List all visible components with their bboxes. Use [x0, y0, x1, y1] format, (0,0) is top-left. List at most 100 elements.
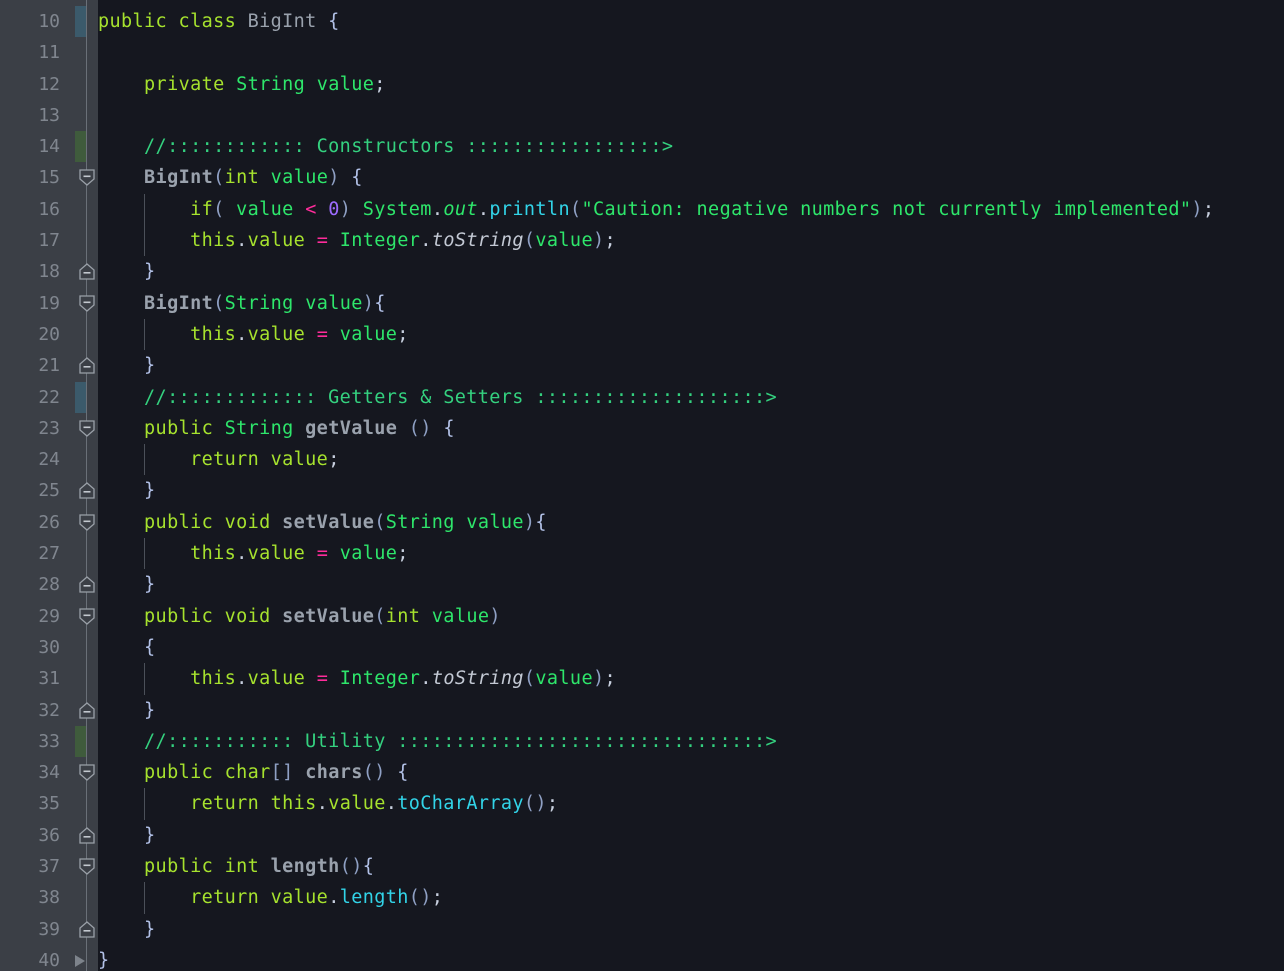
code-text[interactable]: return value; [98, 444, 340, 475]
code-line[interactable]: 28 } [0, 569, 1284, 600]
change-marker-added[interactable] [75, 725, 86, 758]
code-line[interactable]: 27 this.value = value; [0, 538, 1284, 570]
code-text[interactable]: } [98, 569, 156, 600]
code-text[interactable]: } [98, 475, 156, 506]
code-token: getValue [305, 417, 398, 439]
code-text[interactable]: this.value = Integer.toString(value); [98, 225, 616, 256]
code-line[interactable]: 11 [0, 37, 1284, 68]
code-line[interactable]: 12 private String value; [0, 69, 1284, 100]
fold-collapse-icon[interactable] [79, 607, 95, 625]
fold-collapse-icon[interactable] [79, 169, 95, 187]
code-text[interactable]: return this.value.toCharArray(); [98, 788, 558, 819]
code-text[interactable]: public String getValue () { [98, 413, 455, 444]
code-line[interactable]: 14 //:::::::::::: Constructors :::::::::… [0, 131, 1284, 163]
code-text[interactable]: public class BigInt { [98, 6, 340, 37]
code-line[interactable]: 17 this.value = Integer.toString(value); [0, 225, 1284, 257]
code-text[interactable]: } [98, 945, 110, 971]
code-line[interactable]: 32 } [0, 695, 1284, 726]
fold-end-icon[interactable] [79, 576, 95, 593]
code-text[interactable]: } [98, 820, 156, 851]
code-line[interactable]: 25 } [0, 475, 1284, 506]
code-text[interactable]: { [98, 632, 156, 663]
code-text[interactable]: this.value = value; [98, 538, 409, 569]
line-number: 25 [38, 480, 60, 502]
line-number: 11 [38, 42, 60, 64]
code-text[interactable]: this.value = Integer.toString(value); [98, 663, 616, 694]
code-line[interactable]: 30 { [0, 632, 1284, 663]
code-token: value [224, 198, 306, 220]
code-line[interactable]: 24 return value; [0, 444, 1284, 476]
code-text[interactable]: } [98, 695, 156, 726]
code-text[interactable]: //::::::::::::: Getters & Setters ::::::… [98, 382, 777, 413]
fold-end-icon[interactable] [79, 701, 95, 719]
code-line[interactable]: 39 } [0, 914, 1284, 945]
fold-end-icon[interactable] [79, 482, 95, 500]
code-token: public char [144, 762, 271, 784]
code-text[interactable]: BigInt(int value) { [98, 162, 363, 193]
code-token: Integer [339, 668, 421, 690]
code-text[interactable]: if( value < 0) System.out.println("Cauti… [98, 194, 1214, 225]
code-text[interactable]: //::::::::::: Utility ::::::::::::::::::… [98, 726, 777, 757]
code-token: ) [592, 230, 605, 252]
line-number: 37 [38, 856, 60, 878]
code-line[interactable]: 23 public String getValue () { [0, 413, 1284, 444]
code-text[interactable]: return value.length(); [98, 882, 443, 913]
fold-end-icon[interactable] [79, 826, 95, 844]
code-token: { [144, 636, 156, 658]
code-text[interactable]: } [98, 914, 156, 945]
code-text[interactable]: } [98, 256, 156, 287]
code-line[interactable]: 20 this.value = value; [0, 318, 1284, 351]
code-line[interactable]: 33 //::::::::::: Utility :::::::::::::::… [0, 725, 1284, 758]
code-text[interactable]: this.value = value; [98, 319, 409, 350]
code-line[interactable]: 19 BigInt(String value){ [0, 288, 1284, 319]
code-line[interactable]: 10 public class BigInt { [0, 6, 1284, 38]
code-line[interactable]: 38 return value.length(); [0, 882, 1284, 914]
line-number: 14 [38, 136, 60, 158]
code-line[interactable]: 21 } [0, 350, 1284, 381]
code-editor-pane[interactable]: 10 public class BigInt { 11 12 private Stri… [0, 0, 1284, 971]
code-token: ; [604, 230, 616, 252]
code-line[interactable]: 26 public void setValue(String value){ [0, 507, 1284, 538]
code-line[interactable]: 18 } [0, 256, 1284, 287]
code-line[interactable]: 16 if( value < 0) System.out.println("Ca… [0, 193, 1284, 226]
code-line[interactable]: 34 public char[] chars() { [0, 757, 1284, 788]
fold-collapse-icon[interactable] [79, 858, 95, 875]
fold-collapse-icon[interactable] [79, 764, 95, 781]
code-text[interactable]: public int length(){ [98, 851, 374, 882]
code-line[interactable]: 31 this.value = Integer.toString(value); [0, 663, 1284, 695]
code-line[interactable]: 15 BigInt(int value) { [0, 162, 1284, 193]
code-line[interactable]: 37 public int length(){ [0, 851, 1284, 882]
fold-expand-triangle-icon[interactable] [72, 953, 88, 969]
code-text[interactable]: BigInt(String value){ [98, 288, 386, 319]
code-token: BigInt [144, 292, 214, 314]
code-line[interactable]: 13 [0, 100, 1284, 131]
code-line[interactable]: 29 public void setValue(int value) [0, 601, 1284, 632]
fold-end-icon[interactable] [79, 263, 95, 281]
code-line[interactable]: 35 return this.value.toCharArray(); [0, 788, 1284, 820]
fold-end-icon[interactable] [79, 920, 95, 938]
code-line[interactable]: 40} [0, 945, 1284, 971]
code-text[interactable]: public void setValue(String value){ [98, 507, 547, 538]
change-marker-modified[interactable] [75, 6, 86, 38]
fold-collapse-icon[interactable] [79, 420, 95, 437]
code-token: value [339, 323, 398, 345]
code-token: value [247, 668, 306, 690]
fold-collapse-icon[interactable] [79, 514, 95, 531]
code-line[interactable]: 36 } [0, 820, 1284, 851]
change-marker-added[interactable] [75, 131, 86, 163]
fold-collapse-icon[interactable] [79, 295, 95, 312]
fold-end-icon[interactable] [79, 357, 95, 374]
change-marker-modified[interactable] [75, 381, 86, 413]
code-text[interactable]: } [98, 350, 156, 381]
code-text[interactable]: public char[] chars() { [98, 757, 409, 788]
code-text[interactable]: //:::::::::::: Constructors ::::::::::::… [98, 131, 673, 162]
code-text[interactable]: private String value; [98, 69, 386, 100]
code-text[interactable]: public void setValue(int value) [98, 601, 501, 632]
code-line[interactable]: 22 //::::::::::::: Getters & Setters :::… [0, 381, 1284, 413]
